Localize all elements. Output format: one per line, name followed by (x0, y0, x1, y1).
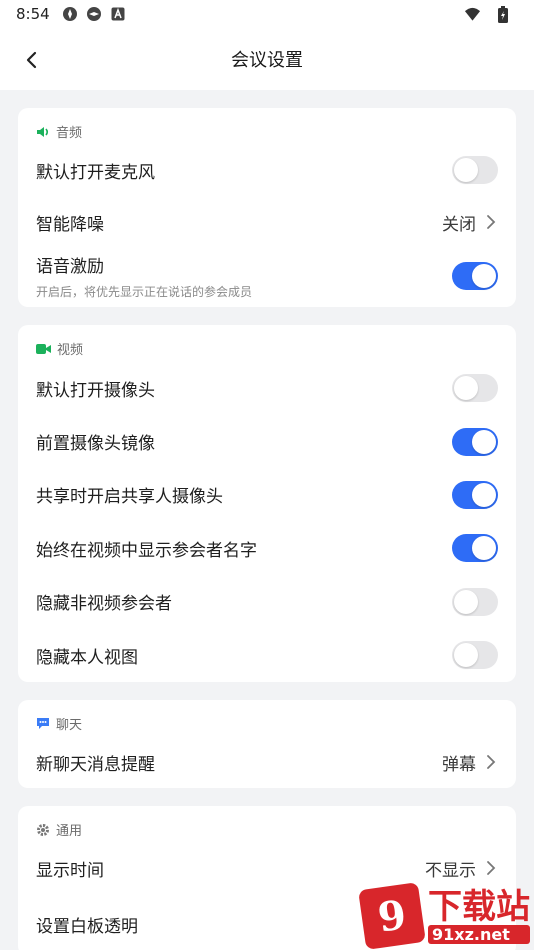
toggle-knob (472, 429, 496, 454)
toggle-hide-self-view[interactable] (452, 641, 498, 669)
watermark-badge: 9 (358, 882, 426, 950)
toggle-voice-activation[interactable] (452, 262, 498, 290)
chat-settings-card: 聊天 新聊天消息提醒 弹幕 (18, 700, 516, 788)
camera-icon (36, 343, 51, 354)
status-time: 8:54 (16, 5, 50, 23)
app-notification-icon (62, 6, 79, 23)
section-title-chat: 聊天 (56, 718, 83, 733)
toggle-hide-non-video[interactable] (452, 587, 498, 616)
section-title-video: 视频 (57, 343, 84, 358)
toggle-knob (472, 482, 496, 507)
setting-label: 智能降噪 (36, 214, 104, 235)
setting-label: 隐藏本人视图 (36, 647, 138, 668)
chevron-right-icon (486, 213, 498, 231)
setting-label: 设置白板透明 (36, 916, 138, 937)
toggle-knob (472, 536, 496, 560)
setting-label: 默认打开摄像头 (36, 380, 155, 401)
font-notification-icon (110, 6, 127, 23)
status-bar: 8:54 (0, 0, 534, 28)
chevron-right-icon (486, 859, 498, 877)
page-title: 会议设置 (231, 50, 303, 71)
toggle-knob (454, 643, 478, 667)
setting-row-share-camera[interactable]: 共享时开启共享人摄像头 (18, 468, 516, 521)
gear-icon (37, 823, 49, 836)
setting-description: 开启后，将优先显示正在说话的参会成员 (36, 285, 253, 299)
toggle-share-camera[interactable] (452, 480, 498, 509)
setting-row-hide-non-video[interactable]: 隐藏非视频参会者 (18, 575, 516, 628)
setting-label: 共享时开启共享人摄像头 (36, 487, 223, 507)
battery-icon (494, 5, 511, 23)
setting-label: 默认打开麦克风 (36, 162, 155, 183)
setting-row-chat-notification[interactable]: 新聊天消息提醒 弹幕 (18, 736, 516, 788)
toggle-default-mic[interactable] (452, 156, 498, 184)
audio-settings-card: 音频 默认打开麦克风 智能降噪 关闭 语音激励 开启后，将优先显示正在说话的参会… (18, 108, 516, 307)
setting-label: 新聊天消息提醒 (36, 754, 155, 775)
toggle-show-names[interactable] (452, 534, 498, 562)
section-header-chat: 聊天 (36, 714, 82, 733)
setting-value: 不显示 (425, 860, 476, 881)
setting-label: 显示时间 (36, 860, 104, 881)
toggle-knob (454, 589, 478, 614)
setting-row-default-camera[interactable]: 默认打开摄像头 (18, 361, 516, 415)
toggle-knob (454, 376, 478, 400)
setting-row-default-mic[interactable]: 默认打开麦克风 (18, 144, 516, 196)
chevron-right-icon (486, 753, 498, 771)
setting-row-hide-self-view[interactable]: 隐藏本人视图 (18, 628, 516, 682)
setting-value: 关闭 (442, 214, 476, 235)
section-header-general: 通用 (36, 820, 82, 839)
setting-value: 弹幕 (442, 754, 476, 775)
setting-label: 始终在视频中显示参会者名字 (36, 540, 257, 561)
app-notification-icon (86, 6, 103, 23)
chevron-left-icon (26, 51, 37, 69)
wifi-icon (464, 6, 481, 23)
video-settings-card: 视频 默认打开摄像头 前置摄像头镜像 共享时开启共享人摄像头 始终在视频中显示参… (18, 325, 516, 682)
setting-row-mirror-front-camera[interactable]: 前置摄像头镜像 (18, 415, 516, 468)
section-header-video: 视频 (36, 339, 83, 358)
setting-row-voice-activation[interactable]: 语音激励 开启后，将优先显示正在说话的参会成员 (18, 248, 516, 304)
site-watermark-logo: 9 下载站 91xz.net (358, 882, 534, 950)
section-title-general: 通用 (56, 824, 83, 839)
setting-label: 隐藏非视频参会者 (36, 594, 172, 614)
setting-label: 语音激励 (36, 257, 104, 277)
setting-row-noise-reduction[interactable]: 智能降噪 关闭 (18, 196, 516, 248)
toggle-knob (454, 158, 478, 182)
top-nav-bar: 会议设置 (0, 28, 534, 90)
toggle-knob (472, 264, 496, 288)
toggle-default-camera[interactable] (452, 374, 498, 402)
watermark-url: 91xz.net (428, 924, 530, 944)
setting-row-show-names[interactable]: 始终在视频中显示参会者名字 (18, 521, 516, 575)
section-header-audio: 音频 (36, 122, 82, 141)
toggle-mirror-front-camera[interactable] (452, 427, 498, 456)
back-button[interactable] (14, 43, 48, 77)
watermark-text: 下载站 (428, 886, 530, 927)
setting-label: 前置摄像头镜像 (36, 434, 155, 454)
speaker-icon (37, 126, 49, 137)
chat-bubble-icon (37, 718, 49, 729)
section-title-audio: 音频 (56, 126, 83, 141)
